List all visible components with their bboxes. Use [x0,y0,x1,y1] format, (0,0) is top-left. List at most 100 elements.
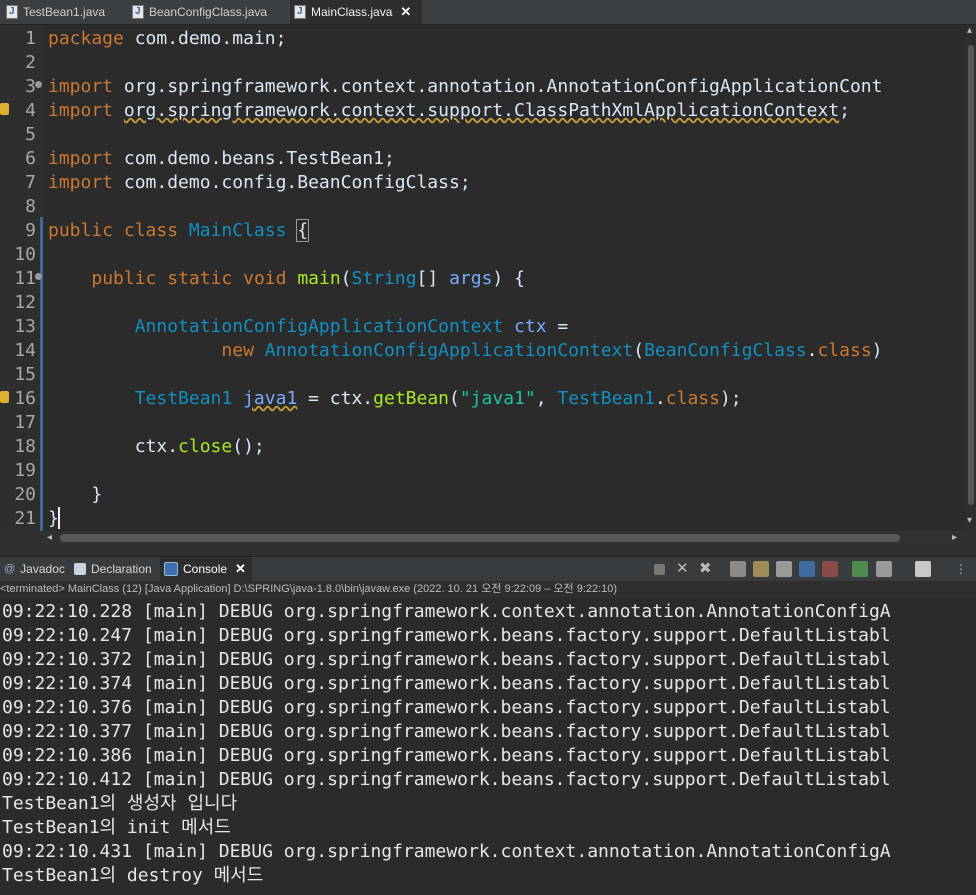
code-token: getBean [373,388,449,409]
code-line: import com.demo.beans.TestBean1; [48,147,395,171]
line-number: 11 [14,268,36,289]
code-line: public class MainClass { [48,219,310,243]
code-token: com.demo.beans.TestBean1; [113,148,395,169]
console-line: 09:22:10.247 [main] DEBUG org.springfram… [2,625,891,646]
code-line: AnnotationConfigApplicationContext ctx = [48,315,569,339]
code-line: import org.springframework.context.suppo… [48,99,850,123]
fold-icon[interactable] [35,273,42,280]
line-number: 7 [25,172,36,193]
console-line: 09:22:10.228 [main] DEBUG org.springfram… [2,601,891,622]
display-console-icon[interactable] [876,561,892,577]
javadoc-icon: @ [4,563,16,575]
code-token: AnnotationConfigApplicationContext [264,340,634,361]
line-number: 12 [14,292,36,313]
line-number: 16 [14,388,36,409]
code-token: TestBean1 [557,388,655,409]
code-token: (); [232,436,265,457]
code-token: class [123,220,179,241]
line-number: 2 [25,52,36,73]
line-number: 9 [25,220,36,241]
line-number: 14 [14,340,36,361]
code-token: "java1" [459,388,536,409]
scroll-right-icon[interactable]: ▸ [952,532,957,543]
scroll-down-icon[interactable]: ▾ [967,515,972,526]
code-token: void [243,268,287,289]
fold-icon[interactable] [35,81,42,88]
text-caret [58,507,60,529]
remove-all-icon[interactable]: ✖ [699,561,715,577]
line-number: 8 [25,196,36,217]
editor-vertical-scrollbar[interactable]: ▴ ▾ [966,25,976,531]
tab-console[interactable]: Console ✕ [160,557,252,581]
console-line: 09:22:10.374 [main] DEBUG org.springfram… [2,673,891,694]
line-number: 6 [25,148,36,169]
editor-horizontal-scrollbar[interactable]: ◂ ▸ [44,531,966,545]
close-icon[interactable]: ✕ [235,561,246,577]
show-stderr-icon[interactable] [822,561,838,577]
line-number: 15 [14,364,36,385]
console-output[interactable]: 09:22:10.228 [main] DEBUG org.springfram… [0,598,976,895]
console-icon [164,562,178,576]
code-token: com.demo.config.BeanConfigClass; [113,172,471,193]
line-number: 13 [14,316,36,337]
code-editor[interactable]: 1 2 3 4 5 6 7 8 9 10 11 12 13 14 15 16 17 18 19 20 21 packag… [0,25,966,531]
code-token: class [665,388,720,409]
console-line: 09:22:10.376 [main] DEBUG org.springfram… [2,697,891,718]
code-token: [] [416,268,450,289]
code-token: . [654,388,666,409]
scroll-lock-icon[interactable] [753,561,769,577]
code-token: TestBean1 [134,388,233,409]
code-token: com.demo.main; [123,28,287,49]
scroll-left-icon[interactable]: ◂ [47,532,52,543]
remove-launch-icon[interactable]: ✕ [676,561,692,577]
scroll-up-icon[interactable]: ▴ [967,25,972,36]
close-icon[interactable]: ✕ [400,4,411,20]
tab-label: Javadoc [20,562,65,576]
editor-tab-bar: TestBean1.java BeanConfigClass.java Main… [0,0,976,25]
tab-javadoc[interactable]: @ Javadoc [2,557,72,581]
code-token: close [178,436,233,457]
code-token: MainClass [188,220,287,241]
code-token: class [817,340,872,361]
terminate-icon[interactable] [654,564,665,575]
scroll-thumb[interactable] [60,534,900,542]
open-console-icon[interactable] [915,561,931,577]
code-token: ( [633,340,645,361]
tab-label: TestBean1.java [23,5,106,19]
show-stdout-icon[interactable] [799,561,815,577]
java-file-icon [132,5,144,19]
tab-mainclass[interactable]: MainClass.java ✕ [290,0,422,24]
line-number: 4 [25,100,36,121]
word-wrap-icon[interactable] [776,561,792,577]
line-number: 3 [25,76,36,97]
console-status: <terminated> MainClass (12) [Java Applic… [0,581,976,598]
console-line: 09:22:10.386 [main] DEBUG org.springfram… [2,745,891,766]
view-menu-icon[interactable]: ⋮ [955,561,971,577]
code-line: new AnnotationConfigApplicationContext(B… [48,339,882,363]
code-token: { [296,219,310,242]
code-token: main [297,268,341,289]
clear-console-icon[interactable] [730,561,746,577]
tab-beanconfigclass[interactable]: BeanConfigClass.java [128,0,292,24]
tab-declaration[interactable]: Declaration [72,557,160,581]
code-token: = [546,316,569,337]
tab-testbean1[interactable]: TestBean1.java [2,0,130,24]
code-token: String [351,268,417,289]
code-line: } [48,483,102,507]
line-number: 1 [25,28,36,49]
console-line: 09:22:10.412 [main] DEBUG org.springfram… [2,769,891,790]
scroll-thumb[interactable] [968,45,974,505]
code-token: ctx. [48,436,179,457]
code-line: TestBean1 java1 = ctx.getBean("java1", T… [48,387,742,411]
code-token: } [48,484,103,505]
scope-indicator [40,217,43,531]
pin-console-icon[interactable] [852,561,868,577]
code-token: import [48,76,114,97]
